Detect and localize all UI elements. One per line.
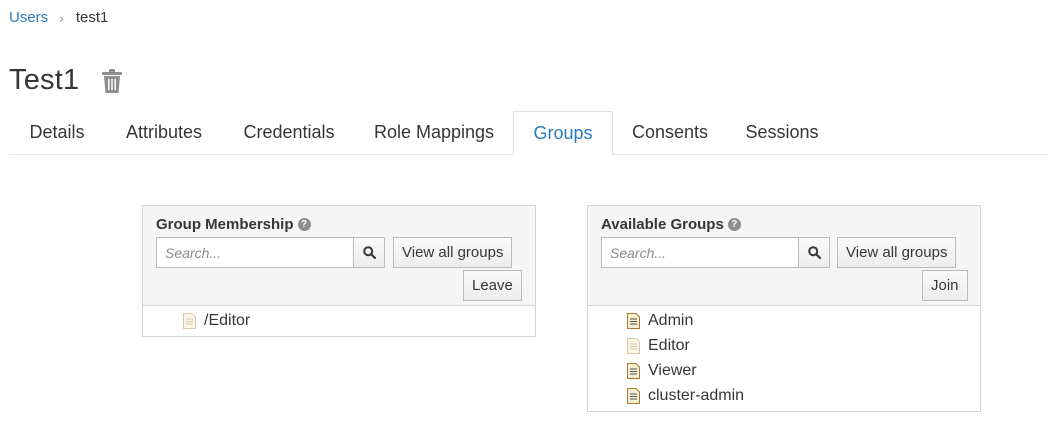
- help-icon[interactable]: ?: [297, 218, 311, 231]
- document-icon: [627, 363, 640, 379]
- list-item[interactable]: Viewer: [627, 362, 697, 380]
- breadcrumb-separator: ›: [59, 9, 64, 26]
- breadcrumb-users-link[interactable]: Users: [9, 9, 48, 26]
- breadcrumb: Users › test1: [9, 9, 108, 26]
- tab-bar: Details Attributes Credentials Role Mapp…: [9, 111, 1048, 155]
- page-title: Test1: [9, 64, 80, 96]
- join-button[interactable]: Join: [922, 270, 968, 301]
- tab-role-mappings[interactable]: Role Mappings: [355, 111, 513, 154]
- available-groups-search-input[interactable]: [601, 237, 799, 268]
- title-row: Test1: [9, 64, 123, 97]
- tab-credentials[interactable]: Credentials: [223, 111, 355, 154]
- document-icon: [627, 338, 640, 354]
- list-item-label: /Editor: [204, 312, 251, 329]
- list-item-label: Editor: [648, 337, 690, 354]
- list-item-label: cluster-admin: [648, 387, 745, 404]
- tab-consents[interactable]: Consents: [613, 111, 727, 154]
- group-membership-search-button[interactable]: [353, 237, 385, 268]
- available-groups-title: Available Groups ?: [601, 216, 741, 233]
- group-membership-header: Group Membership ? View all groups Leave: [143, 206, 535, 306]
- list-item[interactable]: cluster-admin: [627, 387, 744, 405]
- tab-sessions[interactable]: Sessions: [727, 111, 837, 154]
- available-groups-panel: Available Groups ? View all groups Join …: [587, 205, 981, 412]
- trash-icon[interactable]: [102, 68, 123, 93]
- leave-button[interactable]: Leave: [463, 270, 522, 301]
- group-membership-search-input[interactable]: [156, 237, 354, 268]
- group-membership-title-label: Group Membership: [156, 216, 294, 233]
- list-item-label: Admin: [648, 312, 694, 329]
- breadcrumb-current: test1: [75, 9, 109, 26]
- list-item[interactable]: /Editor: [183, 312, 250, 330]
- tab-attributes[interactable]: Attributes: [105, 111, 223, 154]
- document-icon: [627, 388, 640, 404]
- tab-details[interactable]: Details: [9, 111, 105, 154]
- tab-groups[interactable]: Groups: [513, 111, 613, 155]
- group-membership-panel: Group Membership ? View all groups Leave…: [142, 205, 536, 337]
- document-icon: [627, 313, 640, 329]
- list-item[interactable]: Editor: [627, 337, 690, 355]
- available-groups-title-label: Available Groups: [601, 216, 724, 233]
- available-groups-header: Available Groups ? View all groups Join: [588, 206, 980, 306]
- help-icon[interactable]: ?: [727, 218, 741, 231]
- search-icon: [362, 246, 376, 259]
- group-membership-title: Group Membership ?: [156, 216, 311, 233]
- available-groups-view-all-button[interactable]: View all groups: [837, 237, 957, 268]
- list-item[interactable]: Admin: [627, 312, 693, 330]
- available-groups-search-button[interactable]: [798, 237, 830, 268]
- search-icon: [807, 246, 821, 259]
- group-membership-view-all-button[interactable]: View all groups: [393, 237, 513, 268]
- list-item-label: Viewer: [648, 362, 697, 379]
- document-icon: [183, 313, 196, 329]
